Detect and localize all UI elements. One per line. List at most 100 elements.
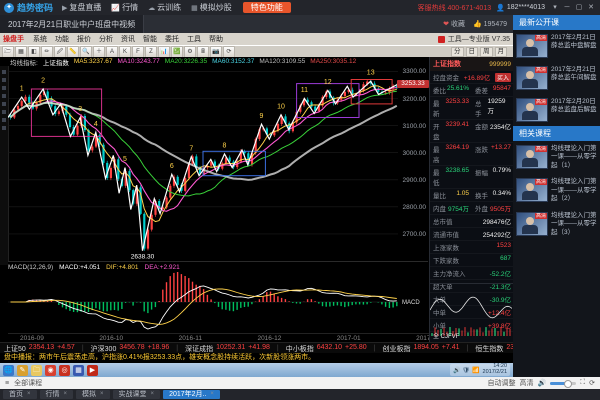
taskbar-icon-chrome[interactable]: ◉	[45, 365, 56, 376]
draw-tool-3[interactable]	[2, 94, 6, 98]
software-menu-1[interactable]: 功能	[51, 34, 73, 44]
fullscreen-icon[interactable]: ⛶	[580, 379, 585, 387]
quote-value: -52.2亿	[490, 268, 511, 278]
period-2[interactable]: 周	[480, 47, 493, 57]
software-menubar: 操盘手 系统功能报价分析资讯智能委托工具帮助 工具—专业版 V7.35	[0, 33, 513, 45]
featured-button[interactable]: 特色功能	[243, 2, 291, 13]
taskbar-icon-paint[interactable]: ✎	[17, 365, 28, 376]
related-video-item-1[interactable]: 高清均线理论入门第一课——从零学起（2）	[513, 174, 600, 207]
quote-value: 2354亿	[490, 121, 511, 141]
draw-tool-5[interactable]	[2, 110, 6, 114]
tab-2[interactable]: 模拟×	[76, 390, 110, 399]
software-menu-2[interactable]: 报价	[73, 34, 95, 44]
ticker-price: 10252.31	[216, 344, 245, 354]
video-thumbnail: 高清	[516, 212, 548, 236]
dropdown-button[interactable]: ▾	[550, 3, 560, 13]
quote-value: 298476亿	[483, 216, 511, 226]
tab-label: 实战课堂	[119, 390, 147, 399]
latest-video-item-2[interactable]: 高清2017年2月20日薛总监盘后解盘	[513, 94, 600, 126]
quote-label: 金额	[475, 121, 488, 141]
related-video-item-0[interactable]: 高清均线理论入门第一课——从零学起（1）	[513, 141, 600, 174]
draw-tool-6[interactable]	[2, 118, 6, 122]
minimize-button[interactable]: ─	[562, 3, 572, 13]
video-title: 均线理论入门第一课——从零学起（3）	[551, 212, 597, 237]
software-menu-6[interactable]: 委托	[161, 34, 183, 44]
tab-1[interactable]: 行情×	[40, 390, 74, 399]
period-3[interactable]: 月	[495, 47, 508, 57]
maximize-button[interactable]: ▢	[574, 3, 584, 13]
taskbar-icon-opera[interactable]: ◎	[59, 365, 70, 376]
volume-slider[interactable]	[550, 382, 576, 385]
ticker-item[interactable]: 沪深3003456.78+18.96	[91, 344, 170, 354]
tab-0[interactable]: 首页×	[3, 390, 37, 399]
draw-tool-2[interactable]	[2, 86, 6, 90]
ticker-separator: |	[467, 345, 469, 352]
quote-row: 上涨家数1523	[430, 241, 514, 254]
taskbar-icon-folder[interactable]: 🗀	[31, 365, 42, 376]
period-0[interactable]: 分	[451, 47, 464, 57]
user-account[interactable]: 👤 182****4013	[496, 4, 545, 12]
taskbar-icon-ie[interactable]: 🌐	[3, 365, 14, 376]
software-menu-0[interactable]: 系统	[29, 34, 51, 44]
latest-video-item-0[interactable]: 高清2017年2月21日薛总监中盘解盘	[513, 30, 600, 62]
tab-4[interactable]: 2017年2月..×	[163, 390, 220, 399]
quote-cell: 换手0.34%	[472, 189, 514, 202]
software-menu-8[interactable]: 帮助	[205, 34, 227, 44]
ma-value-0: 均线指标:	[10, 57, 38, 66]
macd-chart[interactable]: MACD	[8, 271, 428, 333]
quote-label: 内盘	[433, 203, 446, 213]
ticker-separator: |	[277, 345, 279, 352]
top-menu-live-replay[interactable]: ▶复盘直播	[57, 2, 106, 13]
tab-3[interactable]: 实战课堂 ×	[113, 390, 161, 399]
top-menu-cloud-training[interactable]: ☁云训练	[143, 2, 186, 13]
ticker-change: +25.80	[345, 344, 367, 354]
software-menu-4[interactable]: 资讯	[117, 34, 139, 44]
latest-course-list: 高清2017年2月21日薛总监中盘解盘高清2017年2月21日薛总监午间解盘高清…	[513, 30, 600, 126]
ticker-item[interactable]: 恒生指数23963.63+97.29	[475, 344, 513, 354]
draw-tool-4[interactable]	[2, 102, 6, 106]
kline-chart[interactable]: 123456789101112132638.30	[8, 66, 428, 261]
tab-close-icon[interactable]: ×	[210, 390, 214, 399]
software-menu-3[interactable]: 分析	[95, 34, 117, 44]
tab-close-icon[interactable]: ×	[151, 390, 155, 399]
video-title-tab[interactable]: 2017年2月21日职业中户班盘中视频	[0, 15, 144, 33]
breadcrumb[interactable]: 全部课程	[14, 378, 42, 388]
quote-cell: 委比25.61%	[430, 84, 472, 97]
period-1[interactable]: 日	[466, 47, 479, 57]
draw-tool-1[interactable]	[2, 78, 6, 82]
quote-cell: 内盘9754万	[430, 202, 472, 215]
taskbar-icon-office[interactable]: ▦	[73, 365, 84, 376]
bottom-tabbar: 首页×行情×模拟×实战课堂×2017年2月..×	[0, 389, 600, 400]
ticker-change: +4.57	[57, 344, 75, 354]
controlbar-right: 自动调整 高清 🔊 ⛶ ⟳	[488, 378, 596, 388]
tab-close-icon[interactable]: ×	[100, 390, 104, 399]
latest-video-item-1[interactable]: 高清2017年2月21日薛总监午间解盘	[513, 62, 600, 94]
ticker-item[interactable]: 深证成指10252.31+41.98	[185, 344, 270, 354]
playlist-icon[interactable]: ≡	[5, 380, 9, 387]
refresh-icon[interactable]: ⟳	[589, 379, 595, 387]
video-player[interactable]: 操盘手 系统功能报价分析资讯智能委托工具帮助 工具—专业版 V7.35 🗁▦◧✏…	[0, 33, 513, 377]
ticker-item[interactable]: 中小板指6432.10+25.80	[286, 344, 367, 354]
tab-close-icon[interactable]: ×	[27, 390, 31, 399]
draw-tool-7[interactable]	[2, 126, 6, 130]
price-axis-label: 3000.00	[398, 150, 426, 157]
related-video-item-2[interactable]: 高清均线理论入门第一课——从零学起（3）	[513, 208, 600, 241]
speaker-icon[interactable]: 🔊	[538, 379, 547, 387]
top-menu-simulated-trading[interactable]: ▦模拟炒股	[186, 2, 237, 13]
software-menu-7[interactable]: 工具	[183, 34, 205, 44]
quote-label: 最新	[433, 98, 446, 118]
quote-cell: 委差95847	[472, 84, 514, 97]
favorite-button[interactable]: ❤ 收藏	[443, 19, 465, 29]
top-menu-quotes[interactable]: 📈行情	[106, 2, 143, 13]
ticker-item[interactable]: 创业板指1894.05+7.41	[382, 344, 459, 354]
software-menu-5[interactable]: 智能	[139, 34, 161, 44]
draw-tool-0[interactable]	[2, 70, 6, 74]
app-window: ✦ 趋势密码 ▶复盘直播📈行情☁云训练▦模拟炒股 特色功能 客服热线 400-6…	[0, 0, 600, 400]
auto-quality-label[interactable]: 自动调整	[488, 378, 516, 388]
like-button[interactable]: 👍 195479	[473, 20, 507, 28]
taskbar-icon-player[interactable]: ▶	[87, 365, 98, 376]
ticker-item[interactable]: 上证502354.13+4.57	[4, 344, 75, 354]
quality-label[interactable]: 高清	[520, 378, 534, 388]
close-button[interactable]: ✕	[586, 3, 596, 13]
tab-close-icon[interactable]: ×	[64, 390, 68, 399]
